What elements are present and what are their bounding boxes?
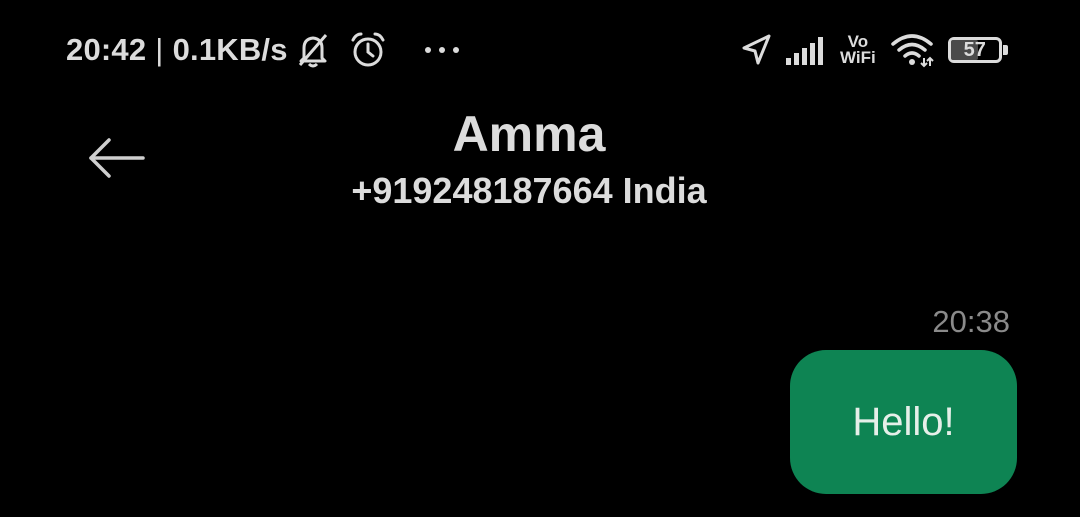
status-right: Vo WiFi 57	[740, 28, 1008, 72]
message-text: Hello!	[852, 399, 955, 444]
message-timestamp: 20:38	[932, 304, 1010, 339]
vowifi-bottom: WiFi	[840, 48, 876, 67]
vowifi-icon: Vo WiFi	[840, 33, 876, 67]
alarm-clock-icon	[350, 31, 386, 69]
wifi-icon	[890, 32, 934, 68]
status-time: 20:42	[66, 32, 147, 67]
battery-tip	[1002, 45, 1008, 55]
status-left: 20:42 | 0.1KB/s	[66, 28, 460, 72]
network-speed: 0.1KB/s	[172, 32, 288, 67]
more-dots-icon	[424, 46, 460, 54]
contact-name: Amma	[452, 106, 606, 162]
battery-icon: 57	[947, 37, 1008, 63]
signal-bars-icon	[784, 34, 826, 66]
outgoing-message-bubble[interactable]: Hello!	[790, 350, 1017, 494]
battery-level: 57	[963, 39, 986, 61]
status-bar: 20:42 | 0.1KB/s Vo WiFi 57	[0, 0, 1080, 100]
status-separator: |	[155, 32, 164, 67]
bell-muted-icon	[296, 31, 330, 69]
location-arrow-icon	[740, 33, 772, 67]
contact-number: +919248187664 India	[351, 170, 707, 211]
